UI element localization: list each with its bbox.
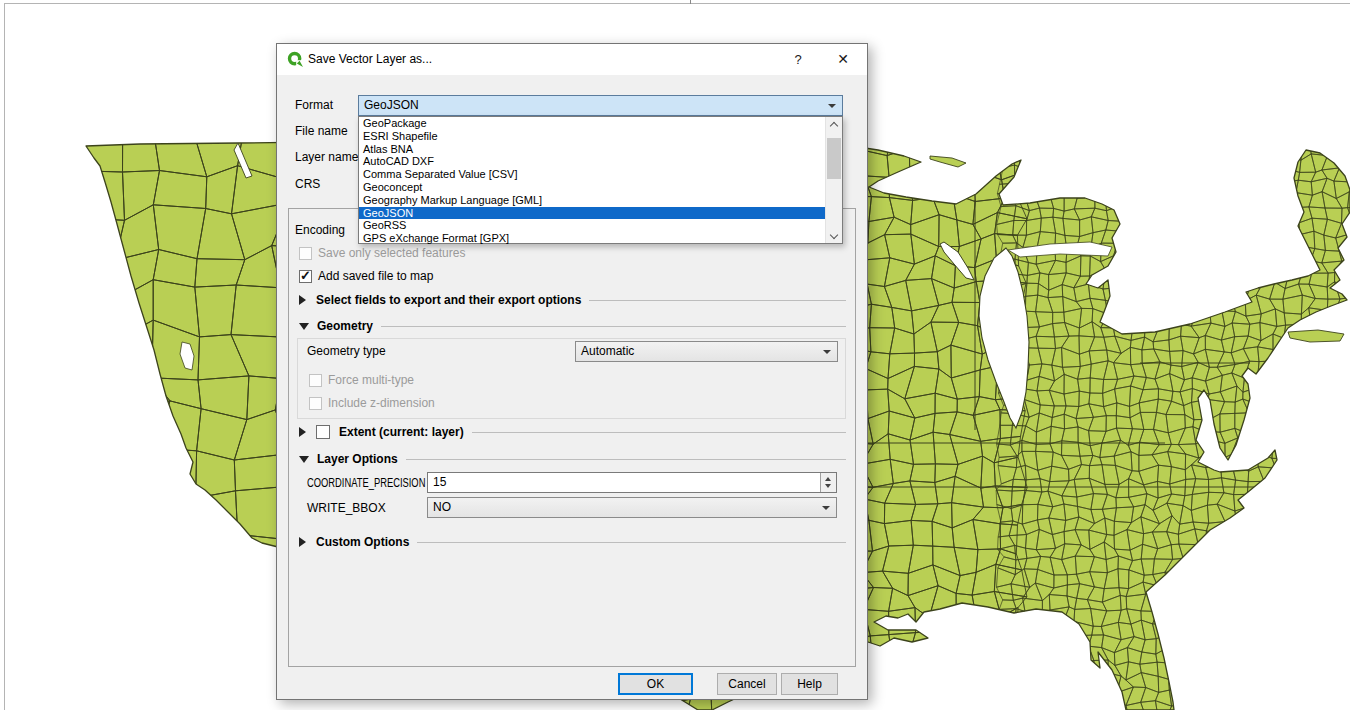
window-left-border — [4, 3, 5, 710]
help-button[interactable]: ? — [782, 44, 814, 75]
select-fields-section-header[interactable]: Select fields to export and their export… — [299, 290, 846, 310]
section-rule — [472, 432, 846, 433]
coordinate-precision-value: 15 — [433, 475, 446, 489]
dialog-titlebar[interactable]: Save Vector Layer as... ? ✕ — [277, 44, 867, 75]
section-rule — [381, 326, 846, 327]
include-z-dimension-label: Include z-dimension — [328, 393, 435, 413]
force-multi-type-checkbox[interactable] — [309, 374, 322, 387]
desktop: Save Vector Layer as... ? ✕ Format GeoJS… — [0, 0, 1350, 710]
format-dropdown-popup: GeoPackageESRI ShapefileAtlas BNAAutoCAD… — [358, 116, 843, 244]
format-combobox[interactable]: GeoJSON — [358, 95, 843, 116]
extent-label: Extent (current: layer) — [339, 425, 464, 439]
collapsed-arrow-icon — [299, 295, 306, 305]
coordinate-precision-label: COORDINATE_PRECISION — [307, 473, 425, 493]
spin-down-icon — [825, 484, 831, 488]
geometry-type-label: Geometry type — [307, 341, 386, 361]
add-saved-file-label: Add saved file to map — [318, 266, 433, 286]
write-bbox-label: WRITE_BBOX — [307, 498, 386, 518]
expanded-arrow-icon — [299, 323, 309, 330]
dialog-title: Save Vector Layer as... — [308, 44, 432, 75]
write-bbox-combobox[interactable]: NO — [427, 497, 837, 518]
cancel-button[interactable]: Cancel — [717, 673, 777, 695]
collapsed-arrow-icon — [299, 427, 306, 437]
geometry-section-header[interactable]: Geometry — [299, 316, 846, 336]
coordinate-precision-spinbox[interactable]: 15 — [427, 472, 837, 493]
geometry-type-value: Automatic — [581, 344, 634, 358]
close-button[interactable]: ✕ — [827, 44, 859, 75]
chevron-down-icon — [828, 104, 836, 108]
scroll-up-icon[interactable]: ∧ — [826, 117, 842, 132]
include-z-dimension-checkbox[interactable] — [309, 397, 322, 410]
file-name-label: File name — [295, 121, 348, 141]
add-saved-file-checkbox[interactable]: ✓ — [299, 270, 312, 283]
scrollbar-thumb[interactable] — [827, 138, 841, 179]
format-option[interactable]: Geoconcept — [359, 181, 825, 194]
qgis-logo-icon — [287, 51, 304, 68]
chevron-down-icon — [822, 506, 830, 510]
collapsed-arrow-icon — [299, 537, 306, 547]
extent-section-header[interactable]: Extent (current: layer) — [299, 422, 846, 442]
format-option[interactable]: Geography Markup Language [GML] — [359, 194, 825, 207]
toolbar-separator — [690, 0, 691, 4]
chevron-down-icon — [823, 350, 831, 354]
format-option[interactable]: GeoJSON — [359, 207, 825, 220]
section-rule — [589, 300, 846, 301]
encoding-label: Encoding — [295, 220, 345, 240]
spinner-buttons[interactable] — [820, 473, 836, 492]
format-option[interactable]: GeoPackage — [359, 117, 825, 130]
format-option[interactable]: ESRI Shapefile — [359, 130, 825, 143]
save-only-selected-label: Save only selected features — [318, 243, 465, 263]
format-option[interactable]: Comma Separated Value [CSV] — [359, 168, 825, 181]
expanded-arrow-icon — [299, 456, 309, 463]
section-rule — [417, 542, 846, 543]
force-multi-type-label: Force multi-type — [328, 370, 414, 390]
geometry-type-combobox[interactable]: Automatic — [575, 341, 838, 362]
spin-up-icon — [825, 477, 831, 481]
section-rule — [406, 459, 846, 460]
help-button-bottom[interactable]: Help — [781, 673, 838, 695]
layer-options-label: Layer Options — [317, 452, 398, 466]
write-bbox-value: NO — [433, 500, 451, 514]
format-label: Format — [295, 95, 333, 115]
extent-checkbox[interactable] — [316, 425, 330, 439]
format-option[interactable]: Atlas BNA — [359, 143, 825, 156]
checkmark-icon: ✓ — [300, 268, 311, 283]
save-only-selected-checkbox[interactable] — [299, 247, 312, 260]
custom-options-label: Custom Options — [316, 535, 409, 549]
format-option[interactable]: AutoCAD DXF — [359, 155, 825, 168]
format-option[interactable]: GPS eXchange Format [GPX] — [359, 232, 825, 245]
format-value: GeoJSON — [364, 98, 419, 112]
geometry-label: Geometry — [317, 319, 373, 333]
save-vector-layer-dialog: Save Vector Layer as... ? ✕ Format GeoJS… — [276, 43, 868, 700]
select-fields-label: Select fields to export and their export… — [316, 293, 581, 307]
scroll-down-icon[interactable]: ∨ — [826, 228, 842, 243]
window-top-border — [4, 3, 1350, 4]
layer-name-label: Layer name — [295, 147, 358, 167]
layer-options-section-header[interactable]: Layer Options — [299, 449, 846, 469]
format-dropdown-list[interactable]: GeoPackageESRI ShapefileAtlas BNAAutoCAD… — [359, 117, 825, 243]
popup-scrollbar[interactable]: ∧ ∨ — [825, 117, 842, 243]
ok-button[interactable]: OK — [618, 673, 693, 695]
crs-label: CRS — [295, 174, 320, 194]
format-option[interactable]: GeoRSS — [359, 219, 825, 232]
custom-options-section-header[interactable]: Custom Options — [299, 532, 846, 552]
